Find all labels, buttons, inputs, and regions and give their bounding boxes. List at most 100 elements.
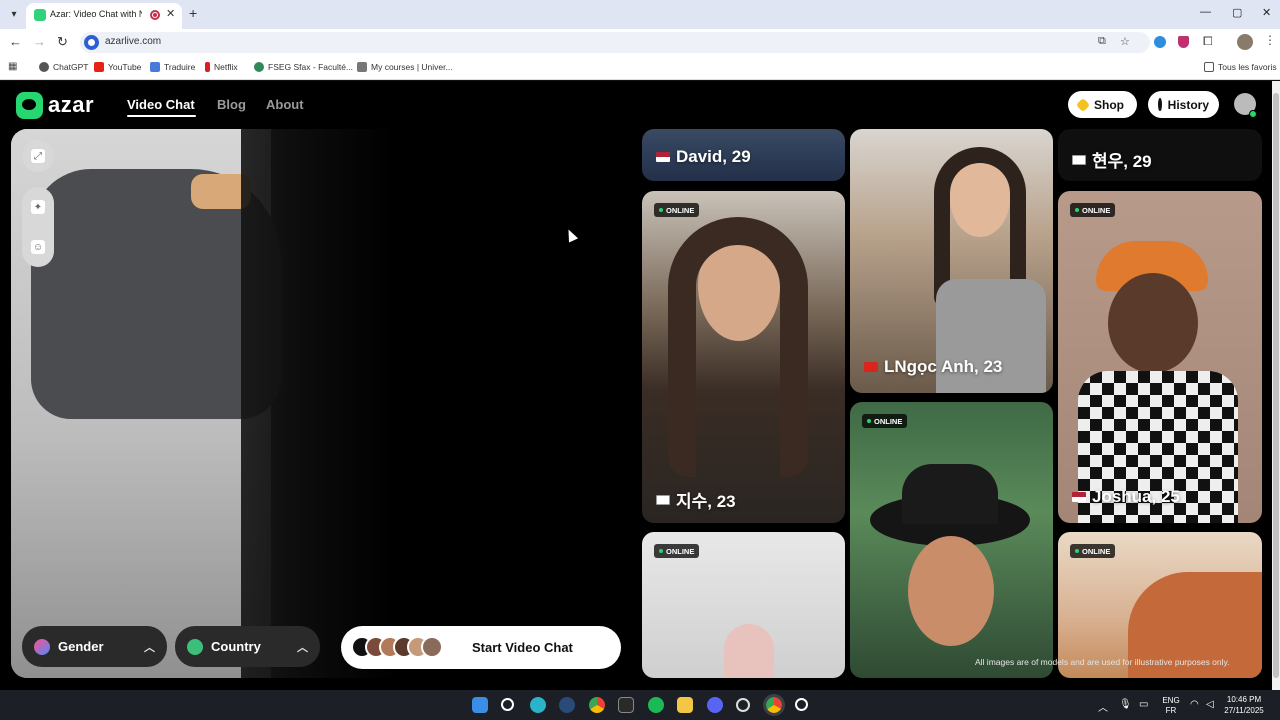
- online-badge: ONLINE: [654, 544, 700, 558]
- history-label: History: [1167, 97, 1209, 112]
- tab-strip: ▾ Azar: Video Chat with New ✕ + — ▢ ✕: [0, 0, 1280, 29]
- tab-close-button[interactable]: ✕: [166, 7, 175, 20]
- profile-photo-hat: [724, 624, 774, 678]
- gem-icon: [1075, 97, 1091, 112]
- site-info-icon[interactable]: [84, 35, 99, 50]
- bookmark-netflix[interactable]: Netflix: [205, 62, 238, 72]
- bookmark-traduire[interactable]: Traduire: [150, 62, 195, 72]
- country-filter[interactable]: Country ︿: [175, 626, 320, 667]
- reload-icon[interactable]: ↻: [57, 34, 68, 50]
- profile-card[interactable]: LNgọc Anh, 23: [850, 129, 1053, 393]
- profile-icon[interactable]: [1237, 34, 1253, 50]
- start-video-chat-label: Start Video Chat: [472, 640, 573, 655]
- page-scrollbar[interactable]: [1272, 81, 1280, 690]
- nav-active-underline: [127, 115, 196, 117]
- bookmark-chatgpt[interactable]: ChatGPT: [39, 62, 88, 72]
- tray-chevron-up-icon[interactable]: ︿: [1098, 699, 1108, 714]
- webcam-icon[interactable]: [795, 698, 808, 711]
- bookmark-my-courses[interactable]: My courses | Univer...: [357, 62, 453, 72]
- us-flag-icon: [656, 152, 670, 162]
- shield-extension-icon[interactable]: [1178, 36, 1189, 48]
- online-badge: ONLINE: [1070, 544, 1116, 558]
- chevron-up-icon: ︿: [144, 641, 155, 654]
- profile-name: LNgọc Anh, 23: [864, 357, 1002, 377]
- azar-logo[interactable]: azar: [16, 91, 106, 119]
- browser-toolbar: ← → ↻ azarlive.com ⧉ ☆ ⧠ ⋮: [0, 29, 1280, 56]
- profile-card[interactable]: ONLINE Joshua, 25: [1058, 191, 1262, 523]
- profile-name: 지수, 23: [656, 487, 736, 512]
- epic-games-icon[interactable]: [618, 697, 634, 713]
- menu-dots-icon[interactable]: ⋮: [1264, 33, 1276, 47]
- youtube-icon: [94, 62, 104, 72]
- browser-tab[interactable]: Azar: Video Chat with New ✕: [26, 3, 182, 29]
- nav-video-chat[interactable]: Video Chat: [127, 97, 195, 112]
- browser-window: ▾ Azar: Video Chat with New ✕ + — ▢ ✕ ← …: [0, 0, 1280, 720]
- online-status-icon: [1249, 110, 1257, 118]
- tab-search-icon[interactable]: ▾: [6, 6, 22, 22]
- bookmark-label: YouTube: [108, 62, 142, 72]
- profile-name-text: 지수, 23: [676, 492, 736, 511]
- bookmark-youtube[interactable]: YouTube: [94, 62, 141, 72]
- new-tab-button[interactable]: +: [189, 5, 197, 21]
- folder-icon: [1204, 62, 1214, 72]
- face-filter-icon[interactable]: ☺: [31, 240, 45, 254]
- gender-label: Gender: [58, 639, 104, 654]
- history-button[interactable]: History: [1148, 91, 1219, 118]
- apps-grid-icon[interactable]: ▦: [8, 61, 17, 72]
- us-flag-icon: [1072, 492, 1086, 502]
- profile-card[interactable]: David, 29: [642, 129, 845, 181]
- clock-date[interactable]: 27/11/2025: [1222, 706, 1266, 715]
- nav-blog[interactable]: Blog: [217, 97, 246, 112]
- steam-icon[interactable]: [559, 697, 575, 713]
- keyboard-layout-indicator[interactable]: FR: [1160, 706, 1182, 715]
- profile-card[interactable]: ONLINE: [850, 402, 1053, 678]
- kr-flag-icon: [656, 494, 670, 505]
- windows-start-icon[interactable]: [472, 697, 488, 713]
- back-arrow-icon[interactable]: ←: [9, 34, 22, 49]
- close-window-button[interactable]: ✕: [1262, 6, 1271, 19]
- install-app-icon[interactable]: ⧉: [1098, 35, 1106, 48]
- nav-about[interactable]: About: [266, 97, 304, 112]
- language-indicator[interactable]: ENG: [1160, 696, 1182, 705]
- search-icon[interactable]: [501, 698, 514, 711]
- chrome-icon[interactable]: [589, 697, 605, 713]
- fullscreen-button[interactable]: ⤢: [22, 140, 54, 172]
- profile-card[interactable]: 현우, 29: [1058, 129, 1262, 181]
- scrollbar-thumb[interactable]: [1273, 93, 1279, 678]
- spotify-icon[interactable]: [648, 697, 664, 713]
- minimize-button[interactable]: —: [1200, 6, 1211, 18]
- puzzle-icon[interactable]: ⧠: [1203, 34, 1213, 49]
- edge-icon[interactable]: [530, 697, 546, 713]
- microphone-icon[interactable]: 🎙: [1119, 699, 1132, 710]
- clock-time[interactable]: 10:46 PM: [1222, 695, 1266, 704]
- discord-icon[interactable]: [707, 697, 723, 713]
- bookmark-fseg[interactable]: FSEG Sfax - Faculté...: [254, 62, 353, 72]
- file-explorer-icon[interactable]: [677, 697, 693, 713]
- wifi-icon[interactable]: ◠: [1190, 699, 1199, 710]
- clock-app-icon[interactable]: [736, 698, 750, 712]
- address-bar[interactable]: azarlive.com ⧉ ☆: [80, 32, 1150, 53]
- recording-icon: [150, 10, 160, 20]
- netflix-icon: [205, 62, 210, 72]
- shop-button[interactable]: Shop: [1068, 91, 1137, 118]
- sparkle-icon[interactable]: ✦: [31, 200, 45, 214]
- illustrative-disclaimer: All images are of models and are used fo…: [975, 657, 1230, 667]
- maximize-button[interactable]: ▢: [1232, 6, 1242, 19]
- expand-icon: ⤢: [31, 149, 45, 163]
- bookmark-star-icon[interactable]: ☆: [1120, 35, 1130, 48]
- globe-icon: [187, 638, 203, 655]
- kr-flag-icon: [1072, 154, 1086, 165]
- all-bookmarks[interactable]: Tous les favoris: [1204, 62, 1277, 72]
- logo-text: azar: [48, 92, 95, 117]
- extension-icon[interactable]: [1154, 36, 1166, 48]
- chrome-active-icon[interactable]: [763, 694, 785, 716]
- volume-icon[interactable]: ◁: [1206, 699, 1214, 710]
- gender-filter[interactable]: Gender ︿: [22, 626, 167, 667]
- profile-card[interactable]: ONLINE 지수, 23: [642, 191, 845, 523]
- profile-card[interactable]: ONLINE: [642, 532, 845, 678]
- profile-name: 현우, 29: [1072, 147, 1152, 172]
- forward-arrow-icon[interactable]: →: [33, 34, 46, 49]
- online-badge: ONLINE: [1070, 203, 1116, 217]
- start-video-chat-button[interactable]: Start Video Chat: [341, 626, 621, 669]
- battery-icon[interactable]: ▭: [1139, 699, 1148, 710]
